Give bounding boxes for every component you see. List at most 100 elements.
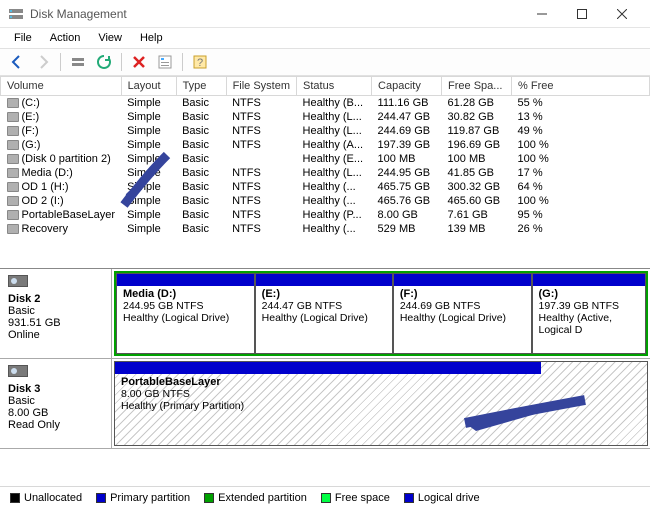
menu-file[interactable]: File — [6, 30, 40, 46]
volume-icon — [7, 224, 19, 234]
volume-icon — [7, 168, 19, 178]
col-fs[interactable]: File System — [226, 77, 296, 96]
table-row[interactable]: OD 1 (H:)SimpleBasicNTFSHealthy (...465.… — [1, 180, 650, 194]
volume-icon — [7, 196, 19, 206]
partition-size: 8.00 GB NTFS — [121, 388, 641, 400]
volume-icon — [7, 140, 19, 150]
help-button[interactable]: ? — [189, 51, 211, 73]
volume-icon — [7, 210, 19, 220]
partition-status: Healthy (Active, Logical D — [539, 312, 639, 336]
partition-size: 244.47 GB NTFS — [262, 300, 386, 312]
partition-header — [115, 362, 541, 374]
app-icon — [8, 6, 24, 22]
legend-primary: Primary partition — [96, 492, 190, 504]
volume-icon — [7, 98, 19, 108]
table-row[interactable]: (Disk 0 partition 2)SimpleBasicHealthy (… — [1, 152, 650, 166]
col-status[interactable]: Status — [297, 77, 372, 96]
refresh-button[interactable] — [93, 51, 115, 73]
table-row[interactable]: (G:)SimpleBasicNTFSHealthy (A...197.39 G… — [1, 138, 650, 152]
delete-button[interactable] — [128, 51, 150, 73]
col-volume[interactable]: Volume — [1, 77, 122, 96]
disk-status: Online — [8, 329, 103, 341]
extended-partition-container: Media (D:) 244.95 GB NTFS Healthy (Logic… — [114, 271, 648, 356]
partition-d[interactable]: Media (D:) 244.95 GB NTFS Healthy (Logic… — [116, 273, 255, 354]
table-row[interactable]: (E:)SimpleBasicNTFSHealthy (L...244.47 G… — [1, 110, 650, 124]
properties-button[interactable] — [154, 51, 176, 73]
legend-logical: Logical drive — [404, 492, 480, 504]
partition-portablebaselayer[interactable]: PortableBaseLayer 8.00 GB NTFS Healthy (… — [114, 361, 648, 446]
table-row[interactable]: RecoverySimpleBasicNTFSHealthy (...529 M… — [1, 222, 650, 236]
partition-f[interactable]: (F:) 244.69 GB NTFS Healthy (Logical Dri… — [393, 273, 532, 354]
partition-e[interactable]: (E:) 244.47 GB NTFS Healthy (Logical Dri… — [255, 273, 393, 354]
table-row[interactable]: (C:)SimpleBasicNTFSHealthy (B...111.16 G… — [1, 96, 650, 111]
refresh-disks-button[interactable] — [67, 51, 89, 73]
partition-size: 197.39 GB NTFS — [539, 300, 639, 312]
menu-bar: File Action View Help — [0, 28, 650, 48]
disk-name: Disk 2 — [8, 293, 103, 305]
disk-type: Basic — [8, 395, 103, 407]
partition-header — [394, 274, 531, 286]
partition-header — [533, 274, 645, 286]
legend-free: Free space — [321, 492, 390, 504]
legend-unallocated: Unallocated — [10, 492, 82, 504]
partition-size: 244.69 GB NTFS — [400, 300, 525, 312]
partition-status: Healthy (Logical Drive) — [123, 312, 248, 324]
disk-row-disk2: Disk 2 Basic 931.51 GB Online Media (D:)… — [0, 269, 650, 359]
disk-graphical-panel: Disk 2 Basic 931.51 GB Online Media (D:)… — [0, 268, 650, 486]
partition-name: (G:) — [539, 288, 639, 300]
disk-type: Basic — [8, 305, 103, 317]
partition-header — [256, 274, 392, 286]
col-capacity[interactable]: Capacity — [372, 77, 442, 96]
disk-size: 8.00 GB — [8, 407, 103, 419]
volume-icon — [7, 126, 19, 136]
back-button[interactable] — [6, 51, 28, 73]
disk-label[interactable]: Disk 2 Basic 931.51 GB Online — [0, 269, 112, 358]
col-pct[interactable]: % Free — [512, 77, 650, 96]
window-title: Disk Management — [30, 7, 522, 21]
partition-status: Healthy (Logical Drive) — [400, 312, 525, 324]
close-button[interactable] — [602, 0, 642, 28]
partition-size: 244.95 GB NTFS — [123, 300, 248, 312]
table-row[interactable]: OD 2 (I:)SimpleBasicNTFSHealthy (...465.… — [1, 194, 650, 208]
legend-extended: Extended partition — [204, 492, 307, 504]
volumes-table-container: Volume Layout Type File System Status Ca… — [0, 76, 650, 268]
disk-name: Disk 3 — [8, 383, 103, 395]
partition-name: Media (D:) — [123, 288, 248, 300]
table-row[interactable]: Media (D:)SimpleBasicNTFSHealthy (L...24… — [1, 166, 650, 180]
table-header-row: Volume Layout Type File System Status Ca… — [1, 77, 650, 96]
volume-icon — [7, 182, 19, 192]
col-type[interactable]: Type — [176, 77, 226, 96]
col-free[interactable]: Free Spa... — [442, 77, 512, 96]
disk-icon — [8, 365, 28, 377]
menu-help[interactable]: Help — [132, 30, 171, 46]
disk-icon — [8, 275, 28, 287]
col-layout[interactable]: Layout — [121, 77, 176, 96]
svg-text:?: ? — [197, 57, 203, 69]
disk-status: Read Only — [8, 419, 103, 431]
menu-view[interactable]: View — [90, 30, 130, 46]
maximize-button[interactable] — [562, 0, 602, 28]
minimize-button[interactable] — [522, 0, 562, 28]
disk-size: 931.51 GB — [8, 317, 103, 329]
menu-action[interactable]: Action — [42, 30, 89, 46]
forward-button[interactable] — [32, 51, 54, 73]
legend: Unallocated Primary partition Extended p… — [0, 486, 650, 508]
partition-status: Healthy (Logical Drive) — [262, 312, 386, 324]
volume-icon — [7, 112, 19, 122]
partition-name: (E:) — [262, 288, 386, 300]
volume-icon — [7, 154, 19, 164]
partition-name: (F:) — [400, 288, 525, 300]
table-row[interactable]: (F:)SimpleBasicNTFSHealthy (L...244.69 G… — [1, 124, 650, 138]
disk-row-disk3: Disk 3 Basic 8.00 GB Read Only PortableB… — [0, 359, 650, 449]
volumes-table[interactable]: Volume Layout Type File System Status Ca… — [0, 76, 650, 236]
table-row[interactable]: PortableBaseLayerSimpleBasicNTFSHealthy … — [1, 208, 650, 222]
partition-header — [117, 274, 254, 286]
disk-partitions: PortableBaseLayer 8.00 GB NTFS Healthy (… — [112, 359, 650, 448]
title-bar: Disk Management — [0, 0, 650, 28]
partition-status: Healthy (Primary Partition) — [121, 400, 641, 412]
partition-g[interactable]: (G:) 197.39 GB NTFS Healthy (Active, Log… — [532, 273, 646, 354]
disk-label[interactable]: Disk 3 Basic 8.00 GB Read Only — [0, 359, 112, 448]
disk-partitions: Media (D:) 244.95 GB NTFS Healthy (Logic… — [112, 269, 650, 358]
toolbar: ? — [0, 48, 650, 76]
partition-name: PortableBaseLayer — [121, 376, 641, 388]
